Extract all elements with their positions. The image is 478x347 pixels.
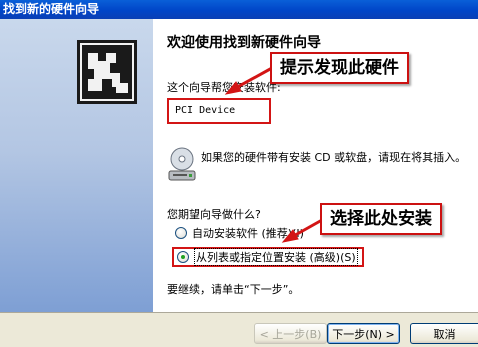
- continue-instruction: 要继续，请单击“下一步”。: [167, 283, 300, 296]
- cancel-button[interactable]: 取消: [410, 323, 478, 344]
- list-install-label[interactable]: 从列表或指定位置安装 (高级)(S): [194, 248, 358, 266]
- auto-install-option[interactable]: 自动安装软件 (推荐)(I): [175, 225, 304, 241]
- list-install-radio[interactable]: [177, 251, 189, 263]
- page-title: 欢迎使用找到新硬件向导: [167, 35, 321, 51]
- annotation-select-install: 选择此处安装: [320, 203, 442, 235]
- cd-instructions: 如果您的硬件带有安装 CD 或软盘，请现在将其插入。: [201, 151, 467, 164]
- button-bar: < 上一步(B) 下一步(N) > 取消: [0, 312, 478, 347]
- list-install-option[interactable]: 从列表或指定位置安装 (高级)(S): [172, 247, 364, 267]
- auto-install-label[interactable]: 自动安装软件 (推荐)(I): [192, 225, 304, 241]
- wizard-sidebar: [0, 19, 153, 312]
- cd-drive-icon: [168, 147, 196, 181]
- window-title: 找到新的硬件向导: [3, 2, 100, 16]
- window-title-bar[interactable]: 找到新的硬件向导: [0, 0, 478, 19]
- annotation-found-hardware: 提示发现此硬件: [270, 52, 409, 84]
- next-button[interactable]: 下一步(N) >: [327, 323, 400, 344]
- auto-install-radio[interactable]: [175, 227, 187, 239]
- hardware-card-icon: [77, 40, 137, 104]
- back-button[interactable]: < 上一步(B): [254, 323, 327, 344]
- question-label: 您期望向导做什么?: [167, 208, 261, 221]
- device-name: PCI Device: [167, 98, 271, 124]
- intro-text: 这个向导帮您安装软件:: [167, 81, 281, 94]
